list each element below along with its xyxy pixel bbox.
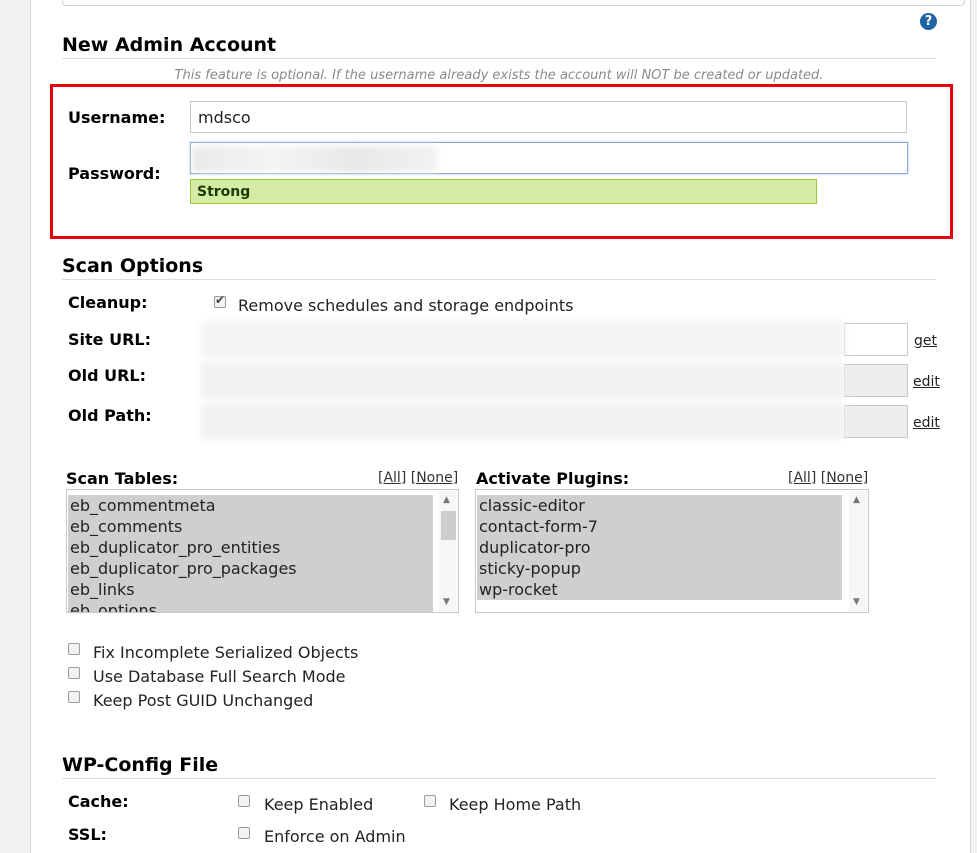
wpconfig-section-title: WP-Config File [62, 754, 219, 776]
plugin-option[interactable]: contact-form-7 [477, 516, 842, 537]
table-option[interactable]: eb_options [68, 600, 433, 612]
table-option[interactable]: eb_duplicator_pro_packages [68, 558, 433, 579]
full-search-checkbox[interactable] [68, 667, 80, 679]
scroll-up-arrow-icon[interactable]: ▲ [443, 495, 450, 505]
scan-tables-label: Scan Tables: [66, 469, 179, 488]
tables-scroll-thumb[interactable] [441, 511, 456, 540]
plugin-option[interactable]: sticky-popup [477, 558, 842, 579]
full-search-label: Use Database Full Search Mode [93, 667, 346, 686]
ssl-label: SSL: [68, 825, 107, 844]
plugins-scrollbar[interactable]: ▲ ▼ [849, 491, 867, 611]
fix-serialized-checkbox[interactable] [68, 643, 80, 655]
activate-plugins-listbox[interactable]: classic-editor contact-form-7 duplicator… [475, 489, 869, 613]
table-option[interactable]: eb_commentmeta [68, 495, 433, 516]
tables-all-link[interactable]: [All] [378, 470, 406, 486]
cleanup-label: Cleanup: [68, 293, 148, 312]
fix-serialized-label: Fix Incomplete Serialized Objects [93, 643, 359, 662]
previous-section-box [62, 0, 965, 6]
site-url-input[interactable] [844, 323, 908, 356]
tables-select-links: [All] [None] [378, 470, 458, 486]
plugins-select-links: [All] [None] [788, 470, 868, 486]
scan-tables-list: eb_commentmeta eb_comments eb_duplicator… [68, 495, 433, 612]
table-option[interactable]: eb_comments [68, 516, 433, 537]
password-redaction [192, 146, 438, 172]
cleanup-option-label: Remove schedules and storage endpoints [238, 296, 574, 315]
keep-home-path-label: Keep Home Path [449, 795, 582, 814]
table-option[interactable]: eb_duplicator_pro_entities [68, 537, 433, 558]
old-path-input[interactable] [844, 405, 908, 438]
keep-enabled-checkbox[interactable] [238, 795, 250, 807]
keep-home-path-checkbox[interactable] [424, 795, 436, 807]
plugin-option[interactable]: wp-rocket [477, 579, 842, 600]
scroll-down-arrow-icon[interactable]: ▼ [853, 597, 860, 607]
table-option[interactable]: eb_links [68, 579, 433, 600]
tables-none-link[interactable]: [None] [411, 470, 458, 486]
site-url-get-link[interactable]: get [914, 333, 937, 349]
site-url-redaction [200, 321, 845, 358]
cache-label: Cache: [68, 792, 129, 811]
plugin-option[interactable]: classic-editor [477, 495, 842, 516]
site-url-label: Site URL: [68, 330, 151, 349]
old-url-edit-link[interactable]: edit [913, 374, 940, 390]
keep-enabled-label: Keep Enabled [264, 795, 374, 814]
username-input[interactable] [190, 101, 907, 133]
enforce-admin-checkbox[interactable] [238, 827, 250, 839]
scan-section-title: Scan Options [62, 255, 204, 277]
password-strength-meter: Strong [190, 179, 817, 204]
keep-guid-checkbox[interactable] [68, 691, 80, 703]
scroll-down-arrow-icon[interactable]: ▼ [443, 597, 450, 607]
plugin-option[interactable]: duplicator-pro [477, 537, 842, 558]
scan-tables-listbox[interactable]: eb_commentmeta eb_comments eb_duplicator… [66, 489, 459, 613]
old-path-edit-link[interactable]: edit [913, 415, 940, 431]
old-url-label: Old URL: [68, 366, 147, 385]
admin-section-title: New Admin Account [62, 34, 277, 56]
password-label: Password: [68, 164, 161, 183]
admin-section-divider [62, 58, 936, 59]
scan-section-divider [62, 279, 936, 280]
cleanup-checkbox[interactable] [214, 293, 226, 308]
old-path-redaction [200, 403, 845, 440]
tables-scrollbar[interactable]: ▲ ▼ [439, 491, 457, 611]
old-url-input[interactable] [844, 364, 908, 397]
admin-optional-note: This feature is optional. If the usernam… [174, 68, 824, 83]
plugins-none-link[interactable]: [None] [821, 470, 868, 486]
activate-plugins-label: Activate Plugins: [476, 469, 630, 488]
plugins-list: classic-editor contact-form-7 duplicator… [477, 495, 842, 600]
enforce-admin-label: Enforce on Admin [264, 827, 406, 846]
scroll-up-arrow-icon[interactable]: ▲ [853, 495, 860, 505]
wpconfig-section-divider [62, 778, 936, 779]
username-label: Username: [68, 108, 166, 127]
help-question-icon[interactable]: ? [920, 13, 937, 30]
old-url-redaction [200, 362, 845, 399]
plugins-all-link[interactable]: [All] [788, 470, 816, 486]
keep-guid-label: Keep Post GUID Unchanged [93, 691, 314, 710]
old-path-label: Old Path: [68, 406, 152, 425]
